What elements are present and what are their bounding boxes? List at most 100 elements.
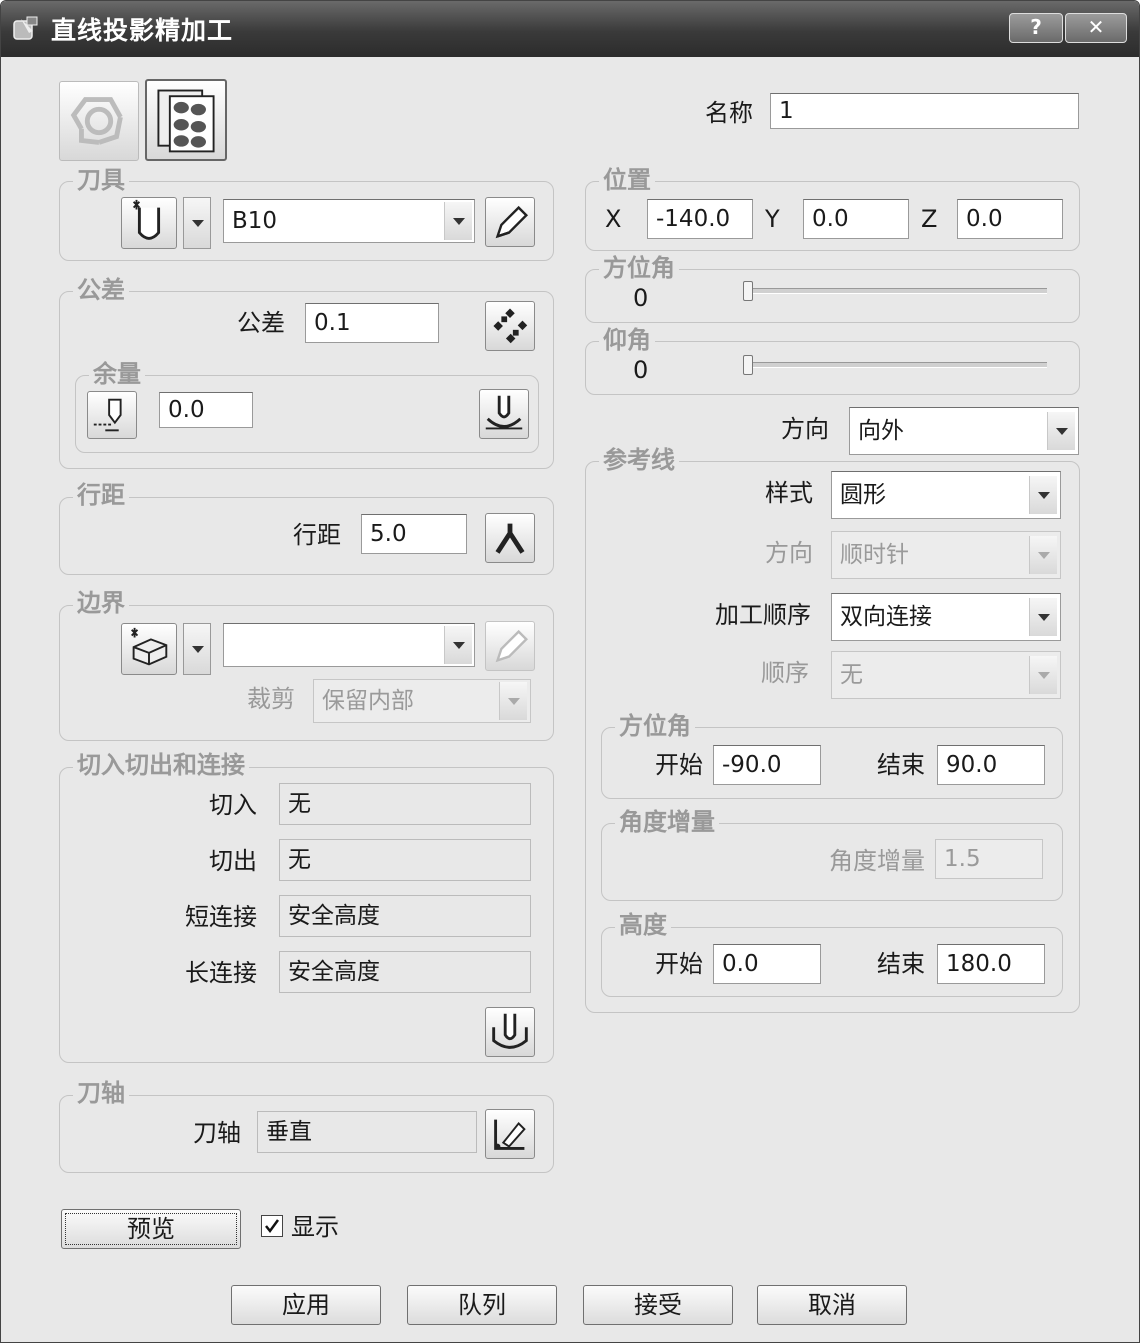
position-z-input[interactable]: 0.0 [957, 199, 1063, 239]
leads-settings-icon[interactable] [485, 1007, 535, 1057]
position-group-label: 位置 [599, 165, 655, 195]
short-link-value: 安全高度 [279, 895, 531, 937]
ref-direction-select[interactable]: 顺时针 [831, 531, 1061, 579]
azimuth-slider-thumb[interactable] [743, 281, 753, 301]
tool-select[interactable]: B10 [223, 199, 475, 243]
tolerance-label: 公差 [237, 309, 285, 337]
ref-azimuth-end-input[interactable]: 90.0 [937, 745, 1045, 785]
component-thickness-icon[interactable] [479, 389, 529, 439]
thickness-type-icon[interactable] [87, 391, 137, 439]
ref-azimuth-start-label: 开始 [655, 751, 703, 779]
pattern-icon[interactable] [145, 79, 227, 161]
help-button[interactable]: ? [1009, 13, 1063, 43]
short-link-label: 短连接 [185, 903, 257, 931]
direction-select-dropdown[interactable] [1047, 412, 1075, 450]
recycle-icon[interactable] [59, 81, 139, 161]
show-checkbox[interactable] [261, 1215, 283, 1237]
angle-increment-label: 角度增量 [829, 847, 925, 875]
apply-button[interactable]: 应用 [231, 1285, 381, 1325]
reference-line-group-label: 参考线 [599, 445, 679, 475]
elevation-value: 0 [633, 356, 649, 384]
tool-type-dropdown[interactable] [183, 197, 211, 249]
sequence-select[interactable]: 无 [831, 651, 1061, 699]
elevation-group [585, 341, 1080, 395]
azimuth-value: 0 [633, 284, 649, 312]
height-group-label: 高度 [615, 910, 671, 940]
position-z-label: Z [921, 205, 938, 233]
position-y-label: Y [765, 205, 780, 233]
elevation-slider-thumb[interactable] [743, 355, 753, 375]
stepover-group-label: 行距 [73, 480, 129, 510]
boundary-select[interactable] [223, 623, 475, 667]
trim-select-dropdown[interactable] [499, 682, 527, 720]
position-y-input[interactable]: 0.0 [803, 199, 909, 239]
elevation-group-label: 仰角 [599, 325, 655, 355]
style-label: 样式 [765, 479, 813, 507]
close-button[interactable]: ✕ [1065, 13, 1127, 43]
height-start-input[interactable]: 0.0 [713, 944, 821, 984]
leads-links-group-label: 切入切出和连接 [73, 750, 249, 780]
ref-azimuth-start-input[interactable]: -90.0 [713, 745, 821, 785]
ref-azimuth-group-label: 方位角 [615, 711, 695, 741]
long-link-label: 长连接 [185, 959, 257, 987]
trim-label: 裁剪 [247, 685, 295, 713]
show-label: 显示 [291, 1213, 339, 1241]
cancel-button[interactable]: 取消 [757, 1285, 907, 1325]
height-end-input[interactable]: 180.0 [937, 944, 1045, 984]
edit-boundary-icon[interactable] [485, 621, 535, 671]
lead-out-value: 无 [279, 839, 531, 881]
edit-tool-icon[interactable] [485, 197, 535, 247]
boundary-group-label: 边界 [73, 588, 129, 618]
sequence-label: 顺序 [761, 659, 809, 687]
long-link-value: 安全高度 [279, 951, 531, 993]
boundary-type-dropdown[interactable] [183, 623, 211, 675]
angle-increment-input[interactable]: 1.5 [935, 839, 1043, 879]
position-x-label: X [605, 205, 622, 233]
ref-azimuth-end-label: 结束 [877, 751, 925, 779]
sequence-select-dropdown[interactable] [1029, 656, 1057, 694]
title-bar[interactable]: 直线投影精加工 ? ✕ [1, 1, 1139, 57]
stepover-input[interactable]: 5.0 [361, 514, 467, 554]
azimuth-slider-track[interactable] [745, 288, 1047, 294]
tolerance-input[interactable]: 0.1 [305, 303, 439, 343]
position-x-input[interactable]: -140.0 [647, 199, 753, 239]
tool-select-dropdown[interactable] [444, 202, 472, 240]
boundary-type-icon[interactable] [121, 623, 177, 675]
accept-button[interactable]: 接受 [583, 1285, 733, 1325]
azimuth-group-label: 方位角 [599, 253, 679, 283]
preview-button[interactable]: 预览 [61, 1209, 241, 1249]
direction-label: 方向 [781, 415, 829, 443]
tool-axis-settings-icon[interactable] [485, 1109, 535, 1159]
thickness-input[interactable]: 0.0 [159, 392, 253, 428]
machining-order-label: 加工顺序 [715, 601, 811, 629]
tool-type-icon[interactable] [121, 197, 177, 249]
style-select[interactable]: 圆形 [831, 471, 1061, 519]
lead-in-label: 切入 [209, 791, 257, 819]
elevation-slider-track[interactable] [745, 362, 1047, 368]
style-select-dropdown[interactable] [1029, 476, 1057, 514]
tolerance-group-label: 公差 [73, 275, 129, 305]
app-icon [13, 16, 38, 40]
tool-axis-group-label: 刀轴 [73, 1078, 129, 1108]
machining-order-select[interactable]: 双向连接 [831, 593, 1061, 641]
thickness-settings-icon[interactable] [485, 301, 535, 351]
ref-direction-label: 方向 [765, 539, 813, 567]
angle-increment-group-label: 角度增量 [615, 807, 719, 837]
machining-order-select-dropdown[interactable] [1029, 598, 1057, 636]
height-end-label: 结束 [877, 950, 925, 978]
tool-axis-value: 垂直 [257, 1111, 477, 1153]
ref-direction-select-dropdown[interactable] [1029, 536, 1057, 574]
name-label: 名称 [705, 99, 753, 127]
name-input[interactable]: 1 [770, 93, 1079, 129]
lead-out-label: 切出 [209, 847, 257, 875]
thickness-group-label: 余量 [89, 359, 145, 389]
direction-select[interactable]: 向外 [849, 407, 1079, 455]
dialog-window: 直线投影精加工 ? ✕ 名称 1 刀具 B10 公差 公差 0.1 余量 0.0… [0, 0, 1140, 1343]
stepover-settings-icon[interactable] [485, 513, 535, 563]
lead-in-value: 无 [279, 783, 531, 825]
queue-button[interactable]: 队列 [407, 1285, 557, 1325]
height-start-label: 开始 [655, 950, 703, 978]
window-title: 直线投影精加工 [51, 16, 234, 45]
tool-axis-label: 刀轴 [193, 1119, 241, 1147]
boundary-select-dropdown[interactable] [444, 626, 472, 664]
